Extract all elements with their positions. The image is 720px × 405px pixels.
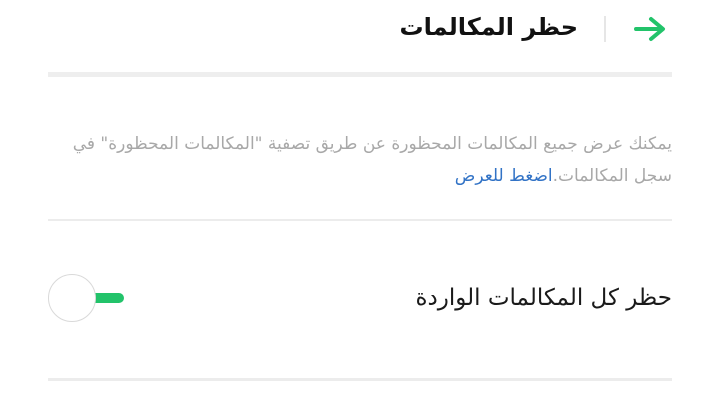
info-text: يمكنك عرض جميع المكالمات المحظورة عن طري… <box>72 134 672 186</box>
header-divider <box>48 72 672 77</box>
view-blocked-calls-link[interactable]: اضغط للعرض <box>455 166 553 186</box>
blocked-calls-info: يمكنك عرض جميع المكالمات المحظورة عن طري… <box>48 128 672 192</box>
arrow-back-icon <box>634 17 665 41</box>
app-header: حظر المكالمات <box>0 0 720 58</box>
back-button[interactable] <box>628 12 672 46</box>
page-title: حظر المكالمات <box>399 13 579 41</box>
block-all-incoming-row[interactable]: حظر كل المكالمات الواردة <box>48 250 672 350</box>
section-divider <box>48 219 672 221</box>
block-all-incoming-label: حظر كل المكالمات الواردة <box>415 285 672 311</box>
header-separator <box>604 16 606 42</box>
toggle-knob <box>48 274 96 322</box>
bottom-divider <box>48 378 672 381</box>
block-all-incoming-toggle[interactable] <box>48 274 128 324</box>
